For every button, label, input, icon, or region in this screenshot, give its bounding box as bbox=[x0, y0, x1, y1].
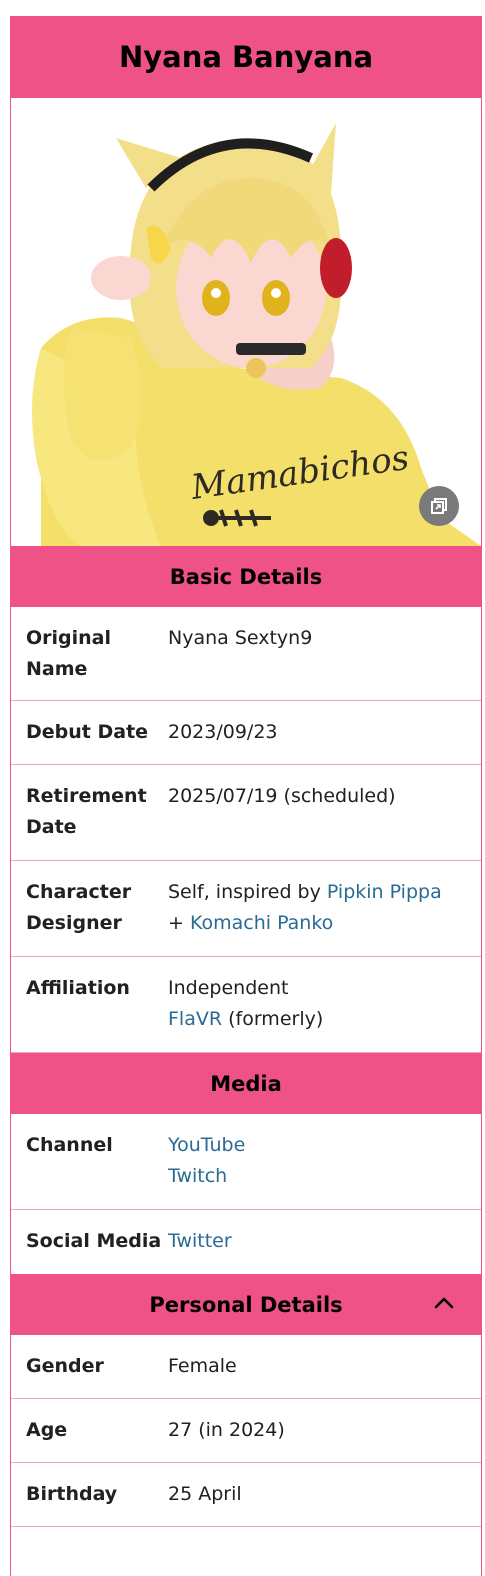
row-gender: Gender Female bbox=[11, 1335, 481, 1399]
value-retirement-date: 2025/07/19 (scheduled) bbox=[168, 785, 396, 807]
label-age: Age bbox=[26, 1419, 68, 1441]
value-original-name: Nyana Sextyn9 bbox=[168, 627, 313, 649]
personal-header-label: Personal Details bbox=[149, 1292, 343, 1317]
label-debut-date: Debut Date bbox=[26, 721, 149, 743]
label-channel: Channel bbox=[26, 1134, 113, 1156]
value-affiliation: Independent FlaVR (formerly) bbox=[168, 973, 481, 1052]
value-social-media: Twitter bbox=[168, 1226, 481, 1274]
label-social-media: Social Media bbox=[26, 1230, 162, 1252]
section-header-basic: Basic Details bbox=[11, 546, 481, 607]
row-original-name: Original Name Nyana Sextyn9 bbox=[11, 607, 481, 701]
row-character-designer: Character Designer Self, inspired by Pip… bbox=[11, 861, 481, 957]
label-birthday: Birthday bbox=[26, 1483, 118, 1505]
row-age: Age 27 (in 2024) bbox=[11, 1399, 481, 1463]
row-retirement-date: Retirement Date 2025/07/19 (scheduled) bbox=[11, 765, 481, 861]
link-komachi-panko[interactable]: Komachi Panko bbox=[190, 912, 333, 934]
label-gender: Gender bbox=[26, 1355, 104, 1377]
link-twitter[interactable]: Twitter bbox=[168, 1230, 232, 1252]
label-original-name: Original Name bbox=[26, 627, 112, 680]
link-pipkin-pippa[interactable]: Pipkin Pippa bbox=[327, 881, 442, 903]
value-age: 27 (in 2024) bbox=[168, 1419, 285, 1441]
infobox-title: Nyana Banyana bbox=[11, 16, 481, 98]
affiliation-suffix: (formerly) bbox=[222, 1008, 324, 1030]
expand-image-button[interactable] bbox=[419, 486, 459, 526]
link-youtube[interactable]: YouTube bbox=[168, 1134, 245, 1156]
designer-plus: + bbox=[168, 912, 190, 934]
value-character-designer: Self, inspired by Pipkin Pippa + Komachi… bbox=[168, 877, 481, 956]
value-birthday: 25 April bbox=[168, 1483, 242, 1505]
link-twitch[interactable]: Twitch bbox=[168, 1165, 227, 1187]
section-header-personal[interactable]: Personal Details bbox=[11, 1274, 481, 1335]
value-channel: YouTube Twitch bbox=[168, 1130, 481, 1209]
chevron-up-icon[interactable] bbox=[433, 1292, 455, 1314]
section-header-media: Media bbox=[11, 1053, 481, 1114]
value-gender: Female bbox=[168, 1355, 237, 1377]
character-image[interactable]: Mamabichos bbox=[11, 98, 481, 546]
value-debut-date: 2023/09/23 bbox=[168, 721, 278, 743]
row-debut-date: Debut Date 2023/09/23 bbox=[11, 701, 481, 765]
row-birthday: Birthday 25 April bbox=[11, 1463, 481, 1527]
label-character-designer: Character Designer bbox=[26, 881, 132, 934]
row-channel: Channel YouTube Twitch bbox=[11, 1114, 481, 1210]
label-retirement-date: Retirement Date bbox=[26, 785, 147, 838]
expand-icon bbox=[431, 498, 447, 514]
designer-prefix: Self, inspired by bbox=[168, 881, 327, 903]
row-affiliation: Affiliation Independent FlaVR (formerly) bbox=[11, 957, 481, 1053]
label-affiliation: Affiliation bbox=[26, 977, 130, 999]
infobox: Nyana Banyana Mamabichos Basic Details O… bbox=[10, 16, 482, 1576]
link-flavr[interactable]: FlaVR bbox=[168, 1008, 222, 1030]
affiliation-current: Independent bbox=[168, 977, 289, 999]
row-social-media: Social Media Twitter bbox=[11, 1210, 481, 1274]
character-illustration: Mamabichos bbox=[32, 123, 481, 546]
